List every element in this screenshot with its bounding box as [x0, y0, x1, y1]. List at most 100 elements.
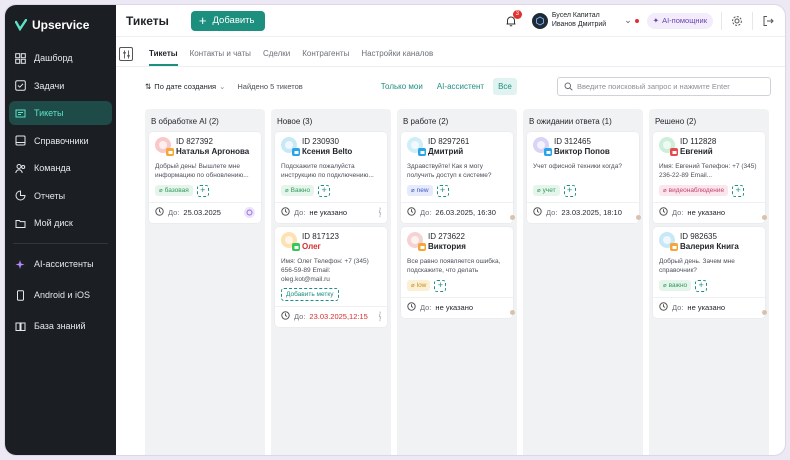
tab-1[interactable]: Контакты и чаты	[190, 49, 251, 66]
tags-row: ⌀ видеонаблюдение +	[659, 184, 759, 197]
due-date: не указано	[309, 208, 348, 217]
sparkle-icon: ✦	[652, 16, 660, 25]
assignee[interactable]	[244, 207, 255, 218]
ticket-message: Здравствуйте! Как я могу получить доступ…	[407, 163, 492, 180]
tag-icon: ⌀	[285, 188, 289, 194]
ticket-card[interactable]: ID 817123 Олег Имя: Олег Телефон: +7 (345)…	[275, 227, 387, 327]
upservice-logo-icon	[15, 19, 27, 31]
sidebar-item-sparkle[interactable]: AI-ассистенты	[9, 252, 112, 276]
notifications-button[interactable]: 3	[504, 9, 522, 28]
add-tag-button[interactable]: Добавить метку	[281, 288, 339, 301]
scope-segment-2[interactable]: Все	[493, 77, 517, 95]
ticket-card[interactable]: ID 827392 Наталья Аргонова Добрый день! Вы…	[149, 132, 261, 223]
tags-row: ⌀ базовая +	[155, 184, 255, 197]
kanban-column: Решено (2) ID 112828 Евгений Имя: Евгений Т…	[649, 109, 769, 455]
card-footer: До: не указано	[407, 302, 507, 313]
card-divider	[653, 202, 765, 203]
card-header: ID 982635 Валерия Книга	[659, 232, 759, 251]
contact-name: Виктор Попов	[554, 147, 610, 156]
add-tag-button[interactable]: +	[318, 184, 331, 197]
sidebar-item-tasks[interactable]: Задачи	[9, 74, 112, 98]
sidebar-item-knowledge[interactable]: База знаний	[9, 314, 112, 338]
clock-icon	[533, 207, 542, 218]
tabs-bar: Тикеты Контакты и чаты Сделки Контрагенты На…	[116, 41, 785, 67]
sidebar-item-label: Команда	[34, 163, 71, 173]
ticket-card[interactable]: ID 230930 Ксения Belto Подскажите пожалуйс…	[275, 132, 387, 223]
contact-name: Наталья Аргонова	[176, 147, 250, 156]
sidebar-item-label: Android и iOS	[34, 290, 91, 300]
tag-label: low	[416, 282, 427, 289]
sidebar-item-phone[interactable]: Android и iOS	[9, 283, 112, 307]
card-divider	[527, 202, 639, 203]
sidebar-item-folder[interactable]: Мой диск	[9, 211, 112, 235]
sidebar-item-book[interactable]: Справочники	[9, 129, 112, 153]
add-tag-button[interactable]: +	[434, 279, 447, 292]
sidebar-item-dashboard[interactable]: Дашборд	[9, 46, 112, 70]
logout-button[interactable]	[761, 14, 775, 28]
scope-segment-0[interactable]: Только мои	[376, 78, 428, 95]
contact-name: Валерия Книга	[680, 242, 739, 251]
phone-icon	[15, 289, 26, 301]
add-tag-button[interactable]: +	[196, 184, 209, 197]
sidebar-item-team[interactable]: Команда	[9, 156, 112, 180]
tab-3[interactable]: Контрагенты	[302, 49, 349, 66]
search-input[interactable]: Введите поисковый запрос и нажмите Enter	[557, 76, 771, 96]
assignee[interactable]	[379, 207, 381, 218]
ticket-card[interactable]: ID 273622 Виктория Все равно появляется ош…	[401, 227, 513, 318]
empty-assignee-icon	[379, 207, 381, 218]
ticket-message: Учет офисной техники когда?	[533, 163, 622, 170]
card-header: ID 230930 Ксения Belto	[281, 137, 381, 156]
due-label: До:	[546, 208, 558, 217]
notification-count-badge: 3	[512, 9, 522, 19]
add-tag-button[interactable]: +	[436, 184, 449, 197]
tab-4[interactable]: Настройки каналов	[361, 49, 433, 66]
ticket-id: ID 8297261	[428, 137, 470, 146]
settings-button[interactable]	[730, 14, 744, 28]
ticket-card[interactable]: ID 112828 Евгений Имя: Евгений Телефон: +7…	[653, 132, 765, 223]
ai-bot-icon	[244, 207, 255, 218]
filter-panel-toggle[interactable]	[119, 47, 133, 61]
assignee[interactable]	[379, 311, 381, 322]
column-title: В ожидании ответа (1)	[529, 117, 612, 126]
scope-segment-1[interactable]: AI-ассистент	[432, 78, 489, 95]
scope-filter: Только мои AI-ассистент Все	[376, 77, 517, 95]
tag-icon: ⌀	[537, 188, 541, 194]
tag-badge: ⌀ важно	[659, 280, 692, 291]
contact-name: Виктория	[428, 242, 466, 251]
tags-row: ⌀ важно +	[659, 279, 759, 292]
tab-0[interactable]: Тикеты	[149, 49, 178, 66]
logout-icon	[763, 15, 774, 26]
due-date: не указано	[435, 303, 474, 312]
brand-name: Upservice	[32, 18, 90, 32]
ticket-card[interactable]: ID 982635 Валерия Книга Добрый день. Зачем…	[653, 227, 765, 318]
ticket-card[interactable]: ID 8297261 Дмитрий Здравствуйте! Как я мог…	[401, 132, 513, 223]
sidebar-item-tickets[interactable]: Тикеты	[9, 101, 112, 125]
user-name: Иванов Дмитрий	[551, 20, 607, 28]
sidebar-item-label: База знаний	[34, 321, 86, 331]
card-divider	[401, 202, 513, 203]
found-count: Найдено 5 тикетов	[237, 81, 303, 91]
add-tag-button[interactable]: +	[732, 184, 745, 197]
kanban-column: В обработке AI (2) ID 827392 Наталья Аргон…	[145, 109, 265, 455]
company-switcher[interactable]: Бусел Капитал Иванов Дмитрий ⌄	[531, 12, 639, 30]
sort-icon: ⇅	[145, 81, 152, 91]
tab-2[interactable]: Сделки	[263, 49, 290, 66]
channel-icon	[418, 243, 426, 251]
card-title-block: ID 273622 Виктория	[428, 232, 466, 251]
header-divider	[721, 11, 722, 30]
contact-name: Евгений	[680, 147, 713, 156]
knowledge-icon	[15, 321, 26, 332]
column-title: Новое (3)	[277, 117, 313, 126]
add-button[interactable]: + Добавить	[190, 10, 265, 31]
search-icon	[564, 82, 573, 91]
add-tag-button[interactable]: +	[695, 279, 708, 292]
ai-helper-button[interactable]: ✦ AI-помощник	[646, 12, 713, 29]
ticket-card[interactable]: ID 312465 Виктор Попов Учет офисной техник…	[527, 132, 639, 223]
chevron-down-icon: ⌄	[219, 81, 226, 91]
tags-row: ⌀ low +	[407, 279, 507, 292]
sidebar-item-reports[interactable]: Отчеты	[9, 184, 112, 208]
sort-dropdown[interactable]: ⇅ По дате создания ⌄	[145, 82, 225, 91]
add-tag-button[interactable]: +	[563, 184, 576, 197]
clock-icon	[659, 302, 668, 313]
brand-logo[interactable]: Upservice	[5, 5, 116, 46]
